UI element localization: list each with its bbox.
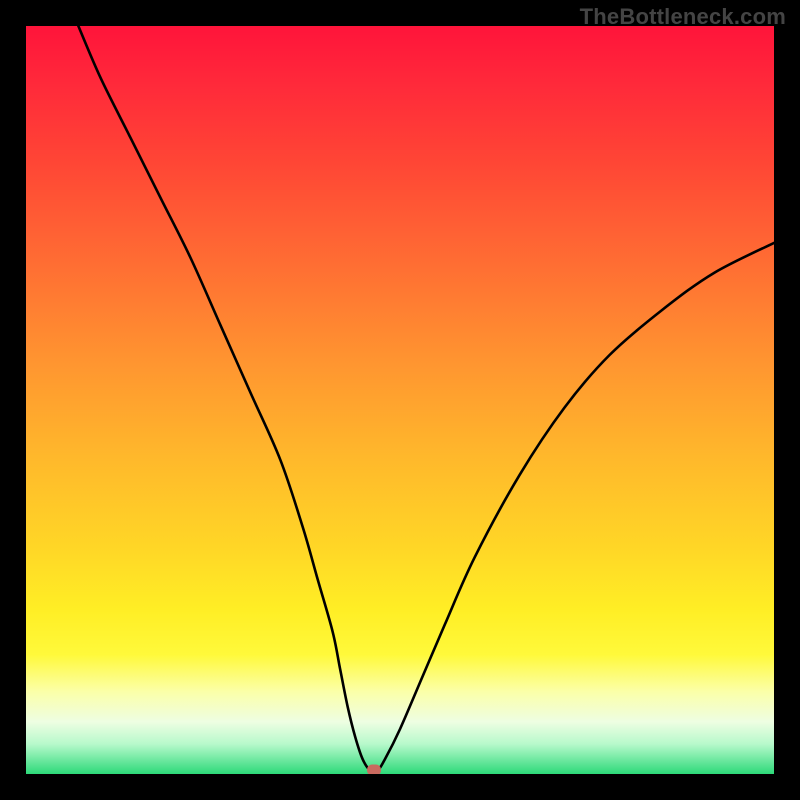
watermark-text: TheBottleneck.com <box>580 4 786 30</box>
plot-area <box>26 26 774 774</box>
curve-layer <box>26 26 774 774</box>
bottleneck-curve-path <box>78 26 774 772</box>
chart-frame: TheBottleneck.com <box>0 0 800 800</box>
minimum-marker <box>367 765 381 774</box>
